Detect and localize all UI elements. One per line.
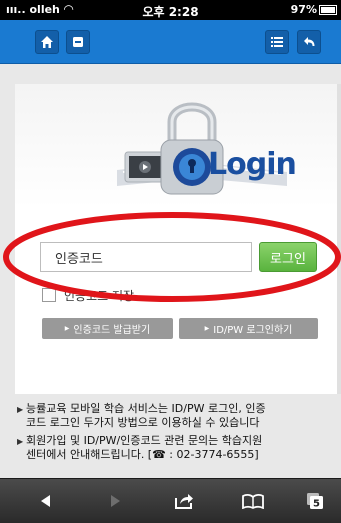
- bullet-icon: ▶: [17, 437, 24, 446]
- triangle-right-icon: ▶: [64, 325, 70, 332]
- browser-forward-button[interactable]: [101, 489, 129, 513]
- bookmarks-icon: [242, 494, 264, 509]
- status-bar: ııı.. olleh ◠ 오후 2:28 97%: [0, 0, 341, 20]
- tabs-icon: 5: [307, 493, 323, 510]
- share-icon: [175, 494, 193, 509]
- triangle-right-icon: ▶: [204, 325, 210, 332]
- bullet-icon: ▶: [17, 405, 24, 414]
- app-header: [0, 20, 341, 64]
- share-button[interactable]: [170, 489, 198, 513]
- forward-arrow-icon: [111, 495, 120, 507]
- tabs-button[interactable]: 5: [301, 489, 329, 513]
- issue-code-button[interactable]: ▶ 인증코드 발급받기: [42, 318, 173, 339]
- back-arrow-icon: [41, 495, 50, 507]
- info-notes: ▶ 능률교육 모바일 학습 서비스는 ID/PW 로그인, 인증 코드 로그인 …: [17, 402, 341, 466]
- idpw-login-button[interactable]: ▶ ID/PW 로그인하기: [179, 318, 318, 339]
- bookmark-button[interactable]: [66, 30, 90, 54]
- save-code-checkbox[interactable]: [42, 288, 56, 302]
- svg-text:5: 5: [313, 499, 320, 510]
- save-code-label: 인증코드 저장: [64, 289, 135, 303]
- battery-icon: [319, 5, 337, 15]
- auth-code-input[interactable]: 인증코드: [40, 242, 252, 272]
- info-item: ▶ 회원가입 및 ID/PW/인증코드 관련 문의는 학습지원 센터에서 안내해…: [17, 434, 263, 461]
- browser-toolbar: 5: [0, 478, 341, 523]
- list-icon: [271, 37, 283, 47]
- login-button[interactable]: 로그인: [259, 242, 317, 272]
- back-icon: [304, 37, 315, 46]
- info-item: ▶ 능률교육 모바일 학습 서비스는 ID/PW 로그인, 인증 코드 로그인 …: [17, 402, 266, 429]
- login-title: Login: [208, 147, 297, 182]
- bookmarks-button[interactable]: [239, 489, 267, 513]
- bookmark-icon: [73, 37, 83, 47]
- home-icon: [41, 36, 53, 48]
- back-button[interactable]: [297, 30, 321, 54]
- battery-level: 97%: [290, 3, 317, 16]
- browser-back-button[interactable]: [32, 489, 60, 513]
- list-button[interactable]: [265, 30, 289, 54]
- home-button[interactable]: [35, 30, 59, 54]
